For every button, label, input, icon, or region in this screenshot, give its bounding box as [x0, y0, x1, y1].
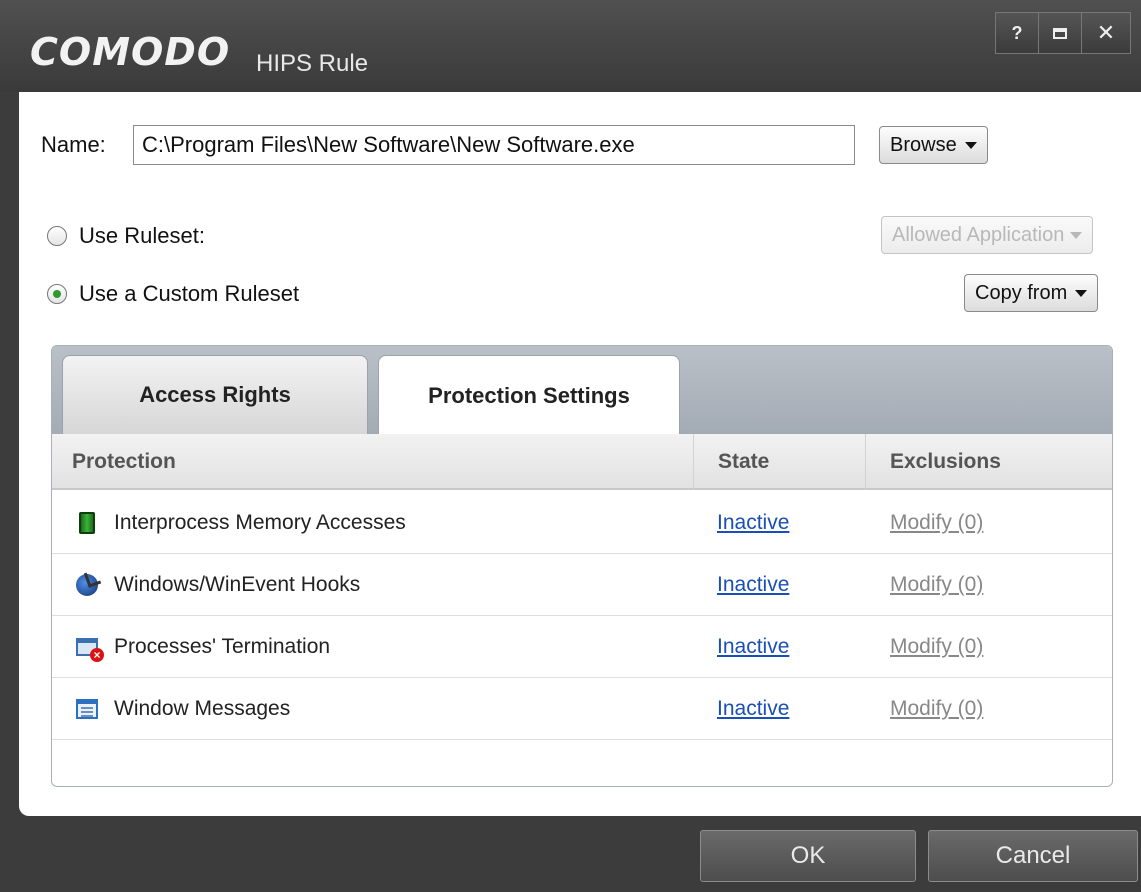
use-custom-ruleset-option[interactable]: Use a Custom Ruleset — [47, 281, 299, 307]
close-icon: ✕ — [1096, 20, 1116, 45]
table-row[interactable]: Processes' Termination Inactive Modify (… — [52, 616, 1112, 678]
title-bar[interactable]: COMODO HIPS Rule ? ✕ — [0, 0, 1141, 92]
table-row[interactable]: Interprocess Memory Accesses Inactive Mo… — [52, 492, 1112, 554]
protection-name: Windows/WinEvent Hooks — [114, 573, 361, 596]
use-ruleset-radio[interactable] — [47, 226, 67, 246]
state-link[interactable]: Inactive — [717, 492, 789, 554]
process-terminate-icon — [76, 638, 104, 662]
grid-header: Protection State Exclusions — [52, 434, 1112, 490]
chevron-down-icon — [1075, 289, 1088, 297]
state-link[interactable]: Inactive — [717, 678, 789, 740]
state-link[interactable]: Inactive — [717, 554, 789, 616]
protection-name: Processes' Termination — [114, 635, 331, 658]
maximize-button[interactable] — [1038, 12, 1082, 54]
name-input[interactable]: C:\Program Files\New Software\New Softwa… — [133, 125, 855, 165]
modify-exclusions-link[interactable]: Modify (0) — [890, 616, 983, 678]
state-link[interactable]: Inactive — [717, 616, 789, 678]
use-custom-ruleset-radio[interactable] — [47, 284, 67, 304]
protection-name: Interprocess Memory Accesses — [114, 511, 406, 534]
tab-strip: Access Rights Protection Settings — [52, 346, 1112, 435]
chevron-down-icon — [1070, 231, 1083, 239]
window-title: HIPS Rule — [256, 50, 369, 77]
close-button[interactable]: ✕ — [1081, 12, 1131, 54]
browse-label: Browse — [890, 133, 957, 156]
ruleset-select-value: Allowed Application — [892, 223, 1065, 246]
use-ruleset-option[interactable]: Use Ruleset: — [47, 223, 205, 249]
protection-name: Window Messages — [114, 697, 291, 720]
cancel-button[interactable]: Cancel — [928, 830, 1138, 882]
help-icon: ? — [1011, 22, 1023, 43]
memory-chip-icon — [79, 512, 95, 534]
table-row[interactable]: Window Messages Inactive Modify (0) — [52, 678, 1112, 740]
copy-from-button[interactable]: Copy from — [964, 274, 1099, 312]
modify-exclusions-link[interactable]: Modify (0) — [890, 554, 983, 616]
use-ruleset-label: Use Ruleset: — [79, 223, 205, 248]
ok-button[interactable]: OK — [700, 830, 916, 882]
copy-from-label: Copy from — [975, 281, 1068, 304]
dialog-content: Name: C:\Program Files\New Software\New … — [19, 92, 1141, 816]
window-message-icon — [76, 699, 98, 719]
column-header-exclusions[interactable]: Exclusions — [866, 434, 1112, 490]
name-label: Name: — [41, 132, 106, 157]
table-row[interactable]: Windows/WinEvent Hooks Inactive Modify (… — [52, 554, 1112, 616]
tab-protection-settings[interactable]: Protection Settings — [378, 355, 680, 435]
use-custom-ruleset-label: Use a Custom Ruleset — [79, 281, 300, 306]
chevron-down-icon — [964, 141, 977, 149]
rule-tabs-panel: Access Rights Protection Settings Protec… — [51, 345, 1113, 787]
column-header-state[interactable]: State — [694, 434, 866, 490]
window-controls: ? ✕ — [995, 12, 1131, 54]
modify-exclusions-link[interactable]: Modify (0) — [890, 492, 983, 554]
maximize-icon — [1053, 27, 1067, 39]
hook-icon — [76, 574, 98, 596]
ruleset-select[interactable]: Allowed Application — [881, 216, 1094, 254]
hips-rule-dialog: COMODO HIPS Rule ? ✕ Name: C:\Program Fi… — [0, 0, 1141, 892]
help-button[interactable]: ? — [995, 12, 1039, 54]
browse-button[interactable]: Browse — [879, 126, 988, 164]
tab-label: Access Rights — [139, 382, 291, 407]
tab-label: Protection Settings — [428, 382, 630, 408]
modify-exclusions-link[interactable]: Modify (0) — [890, 678, 983, 740]
tab-access-rights[interactable]: Access Rights — [62, 355, 368, 434]
comodo-logo: COMODO — [30, 30, 231, 74]
column-header-protection[interactable]: Protection — [52, 434, 694, 490]
